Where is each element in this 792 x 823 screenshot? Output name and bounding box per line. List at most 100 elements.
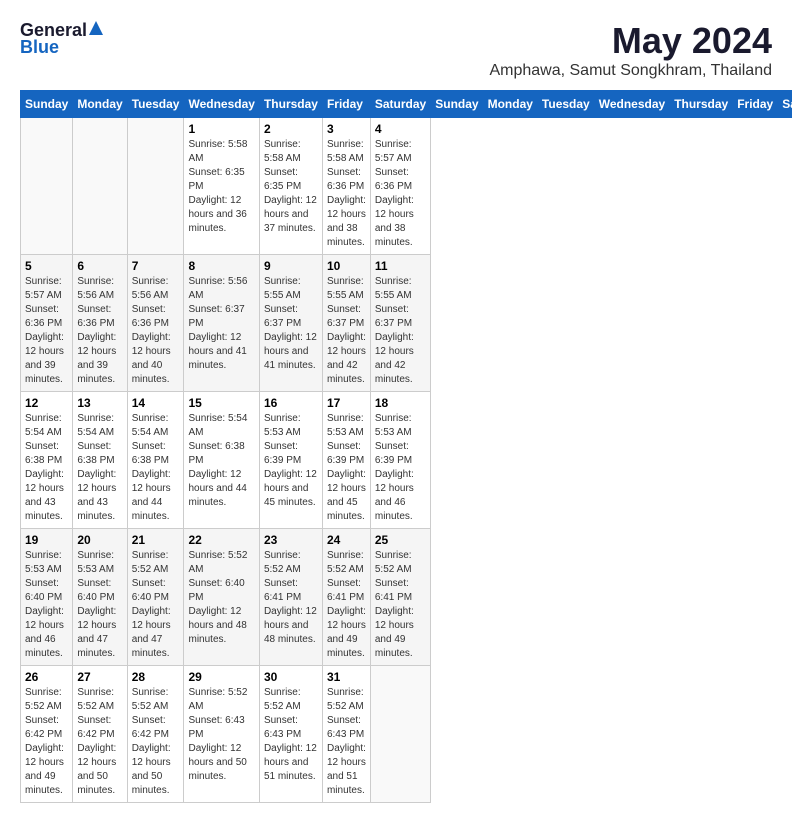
day-number: 15 bbox=[188, 396, 254, 410]
day-number: 8 bbox=[188, 259, 254, 273]
page-title: May 2024 bbox=[489, 20, 772, 62]
day-number: 1 bbox=[188, 122, 254, 136]
calendar-cell: 4Sunrise: 5:57 AMSunset: 6:36 PMDaylight… bbox=[370, 118, 430, 255]
day-info: Sunrise: 5:52 AMSunset: 6:43 PMDaylight:… bbox=[327, 686, 366, 798]
day-number: 19 bbox=[25, 533, 68, 547]
day-info: Sunrise: 5:52 AMSunset: 6:42 PMDaylight:… bbox=[132, 686, 180, 798]
calendar-header-friday: Friday bbox=[322, 91, 370, 118]
calendar-cell: 22Sunrise: 5:52 AMSunset: 6:40 PMDayligh… bbox=[184, 529, 259, 666]
calendar-header-sunday: Sunday bbox=[21, 91, 73, 118]
logo-icon bbox=[89, 21, 103, 40]
day-number: 3 bbox=[327, 122, 366, 136]
day-info: Sunrise: 5:52 AMSunset: 6:43 PMDaylight:… bbox=[264, 686, 318, 784]
calendar-cell: 14 Sunrise: 5:54 AMSunset: 6:38 PMDayligh… bbox=[127, 392, 184, 529]
day-number: 11 bbox=[375, 259, 426, 273]
calendar-cell bbox=[73, 118, 127, 255]
calendar-cell: 3 Sunrise: 5:58 AMSunset: 6:36 PMDaylight… bbox=[322, 118, 370, 255]
day-info: Sunrise: 5:53 AMSunset: 6:39 PMDaylight:… bbox=[264, 412, 318, 510]
calendar-cell: 17Sunrise: 5:53 AMSunset: 6:39 PMDayligh… bbox=[322, 392, 370, 529]
header-sunday: Sunday bbox=[431, 91, 483, 118]
day-info: Sunrise: 5:54 AMSunset: 6:38 PMDaylight:… bbox=[132, 412, 180, 524]
day-info: Sunrise: 5:54 AMSunset: 6:38 PMDaylight:… bbox=[77, 412, 122, 524]
calendar-cell bbox=[21, 118, 73, 255]
day-number: 23 bbox=[264, 533, 318, 547]
calendar-cell: 15Sunrise: 5:54 AMSunset: 6:38 PMDayligh… bbox=[184, 392, 259, 529]
day-number: 25 bbox=[375, 533, 426, 547]
calendar-cell: 20Sunrise: 5:53 AMSunset: 6:40 PMDayligh… bbox=[73, 529, 127, 666]
day-number: 6 bbox=[77, 259, 122, 273]
day-info: Sunrise: 5:58 AMSunset: 6:36 PMDaylight:… bbox=[327, 138, 366, 250]
day-number: 31 bbox=[327, 670, 366, 684]
calendar-cell: 26 Sunrise: 5:52 AMSunset: 6:42 PMDayligh… bbox=[21, 666, 73, 803]
day-info: Sunrise: 5:52 AMSunset: 6:41 PMDaylight:… bbox=[375, 549, 426, 661]
calendar-header-saturday: Saturday bbox=[370, 91, 430, 118]
day-number: 10 bbox=[327, 259, 366, 273]
day-number: 30 bbox=[264, 670, 318, 684]
day-info: Sunrise: 5:52 AMSunset: 6:41 PMDaylight:… bbox=[327, 549, 366, 661]
calendar-week-1: 1 Sunrise: 5:58 AMSunset: 6:35 PMDaylight… bbox=[21, 118, 792, 255]
day-number: 12 bbox=[25, 396, 68, 410]
calendar-cell: 5Sunrise: 5:57 AMSunset: 6:36 PMDaylight… bbox=[21, 255, 73, 392]
day-info: Sunrise: 5:58 AMSunset: 6:35 PMDaylight:… bbox=[188, 138, 254, 236]
day-info: Sunrise: 5:52 AMSunset: 6:41 PMDaylight:… bbox=[264, 549, 318, 647]
calendar-cell: 18 Sunrise: 5:53 AMSunset: 6:39 PMDayligh… bbox=[370, 392, 430, 529]
day-info: Sunrise: 5:52 AMSunset: 6:42 PMDaylight:… bbox=[25, 686, 68, 798]
calendar-table: SundayMondayTuesdayWednesdayThursdayFrid… bbox=[20, 90, 792, 803]
calendar-header-wednesday: Wednesday bbox=[184, 91, 259, 118]
day-number: 18 bbox=[375, 396, 426, 410]
calendar-cell: 25 Sunrise: 5:52 AMSunset: 6:41 PMDayligh… bbox=[370, 529, 430, 666]
calendar-cell: 1 Sunrise: 5:58 AMSunset: 6:35 PMDaylight… bbox=[184, 118, 259, 255]
day-info: Sunrise: 5:58 AMSunset: 6:35 PMDaylight:… bbox=[264, 138, 318, 236]
day-number: 16 bbox=[264, 396, 318, 410]
day-number: 24 bbox=[327, 533, 366, 547]
day-info: Sunrise: 5:52 AMSunset: 6:43 PMDaylight:… bbox=[188, 686, 254, 784]
calendar-cell: 19 Sunrise: 5:53 AMSunset: 6:40 PMDayligh… bbox=[21, 529, 73, 666]
day-info: Sunrise: 5:53 AMSunset: 6:40 PMDaylight:… bbox=[25, 549, 68, 661]
day-info: Sunrise: 5:53 AMSunset: 6:39 PMDaylight:… bbox=[375, 412, 426, 524]
calendar-cell: 28Sunrise: 5:52 AMSunset: 6:42 PMDayligh… bbox=[127, 666, 184, 803]
day-info: Sunrise: 5:52 AMSunset: 6:42 PMDaylight:… bbox=[77, 686, 122, 798]
day-number: 7 bbox=[132, 259, 180, 273]
calendar-header-monday: Monday bbox=[73, 91, 127, 118]
page-header: General Blue May 2024 Amphawa, Samut Son… bbox=[20, 20, 772, 80]
calendar-week-2: 5Sunrise: 5:57 AMSunset: 6:36 PMDaylight… bbox=[21, 255, 792, 392]
day-number: 29 bbox=[188, 670, 254, 684]
calendar-cell: 29 Sunrise: 5:52 AMSunset: 6:43 PMDayligh… bbox=[184, 666, 259, 803]
day-number: 26 bbox=[25, 670, 68, 684]
calendar-cell: 9Sunrise: 5:55 AMSunset: 6:37 PMDaylight… bbox=[259, 255, 322, 392]
day-info: Sunrise: 5:55 AMSunset: 6:37 PMDaylight:… bbox=[327, 275, 366, 387]
header-tuesday: Tuesday bbox=[537, 91, 594, 118]
calendar-cell: 2 Sunrise: 5:58 AMSunset: 6:35 PMDaylight… bbox=[259, 118, 322, 255]
calendar-cell: 23 Sunrise: 5:52 AMSunset: 6:41 PMDayligh… bbox=[259, 529, 322, 666]
calendar-cell: 8 Sunrise: 5:56 AMSunset: 6:37 PMDaylight… bbox=[184, 255, 259, 392]
calendar-cell: 31 Sunrise: 5:52 AMSunset: 6:43 PMDayligh… bbox=[322, 666, 370, 803]
day-number: 5 bbox=[25, 259, 68, 273]
day-info: Sunrise: 5:56 AMSunset: 6:36 PMDaylight:… bbox=[132, 275, 180, 387]
calendar-cell bbox=[127, 118, 184, 255]
day-info: Sunrise: 5:52 AMSunset: 6:40 PMDaylight:… bbox=[132, 549, 180, 661]
day-info: Sunrise: 5:53 AMSunset: 6:39 PMDaylight:… bbox=[327, 412, 366, 524]
logo-blue: Blue bbox=[20, 37, 59, 58]
day-number: 21 bbox=[132, 533, 180, 547]
calendar-cell bbox=[370, 666, 430, 803]
header-thursday: Thursday bbox=[670, 91, 733, 118]
day-info: Sunrise: 5:55 AMSunset: 6:37 PMDaylight:… bbox=[264, 275, 318, 373]
calendar-cell: 13Sunrise: 5:54 AMSunset: 6:38 PMDayligh… bbox=[73, 392, 127, 529]
calendar-header-thursday: Thursday bbox=[259, 91, 322, 118]
calendar-cell: 12Sunrise: 5:54 AMSunset: 6:38 PMDayligh… bbox=[21, 392, 73, 529]
day-number: 2 bbox=[264, 122, 318, 136]
calendar-cell: 16 Sunrise: 5:53 AMSunset: 6:39 PMDayligh… bbox=[259, 392, 322, 529]
day-number: 27 bbox=[77, 670, 122, 684]
day-number: 22 bbox=[188, 533, 254, 547]
day-info: Sunrise: 5:56 AMSunset: 6:37 PMDaylight:… bbox=[188, 275, 254, 373]
calendar-cell: 24 Sunrise: 5:52 AMSunset: 6:41 PMDayligh… bbox=[322, 529, 370, 666]
day-info: Sunrise: 5:53 AMSunset: 6:40 PMDaylight:… bbox=[77, 549, 122, 661]
calendar-header-tuesday: Tuesday bbox=[127, 91, 184, 118]
day-info: Sunrise: 5:56 AMSunset: 6:36 PMDaylight:… bbox=[77, 275, 122, 387]
calendar-cell: 6 Sunrise: 5:56 AMSunset: 6:36 PMDaylight… bbox=[73, 255, 127, 392]
calendar-cell: 27 Sunrise: 5:52 AMSunset: 6:42 PMDayligh… bbox=[73, 666, 127, 803]
page-subtitle: Amphawa, Samut Songkhram, Thailand bbox=[489, 62, 772, 80]
day-number: 14 bbox=[132, 396, 180, 410]
calendar-cell: 10 Sunrise: 5:55 AMSunset: 6:37 PMDayligh… bbox=[322, 255, 370, 392]
day-info: Sunrise: 5:57 AMSunset: 6:36 PMDaylight:… bbox=[375, 138, 426, 250]
